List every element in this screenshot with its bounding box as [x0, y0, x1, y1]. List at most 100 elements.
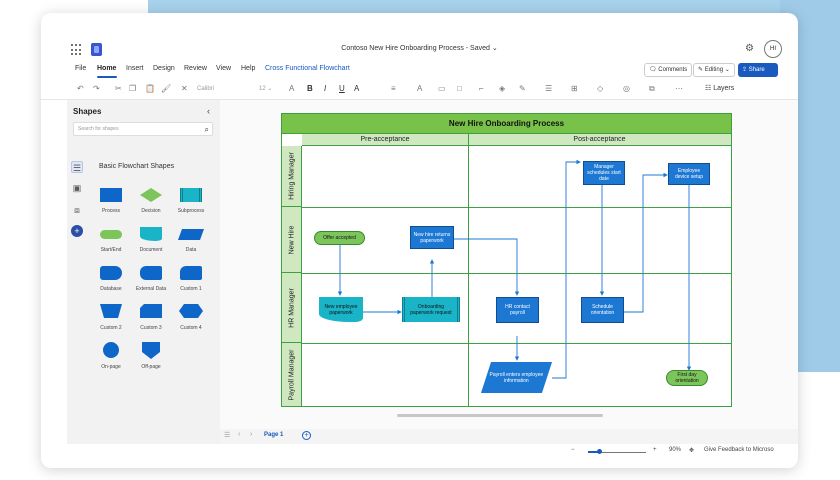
menu-help[interactable]: Help — [241, 65, 255, 72]
node-employee-device-setup[interactable]: Employee device setup — [668, 163, 710, 185]
undo-icon[interactable]: ↶ — [77, 84, 84, 93]
font-size-select[interactable]: 12 ⌄ — [259, 83, 283, 96]
shape-custom-2[interactable]: Custom 2 — [91, 301, 131, 335]
shape-start-end[interactable]: Start/End — [91, 223, 131, 257]
menu-review[interactable]: Review — [184, 65, 207, 72]
shape-subprocess[interactable]: Subprocess — [171, 184, 211, 218]
menu-file[interactable]: File — [75, 65, 86, 72]
process-shape-icon — [100, 188, 122, 202]
redo-icon[interactable]: ↷ — [93, 84, 100, 93]
menu-design[interactable]: Design — [153, 65, 175, 72]
connector-icon[interactable]: ⌐ — [479, 84, 484, 93]
node-new-employee-paperwork[interactable]: New employee paperwork — [319, 297, 363, 322]
shape-search-input[interactable]: Search for shapes ⌕ — [73, 122, 213, 136]
page-tab-1[interactable]: Page 1 — [264, 432, 283, 438]
node-offer-accepted[interactable]: Offer accepted — [314, 231, 365, 245]
custom3-shape-icon — [140, 304, 162, 318]
comments-button[interactable]: 🗨 Comments — [644, 63, 693, 77]
node-first-day-orientation[interactable]: First day orientation — [666, 370, 708, 386]
format-painter-icon[interactable]: 🖌 — [161, 84, 171, 93]
font-family-select[interactable]: Calibri — [197, 83, 247, 96]
feedback-link[interactable]: Give Feedback to Microso — [704, 447, 774, 453]
stencil-icon[interactable]: ⧈ — [71, 204, 83, 216]
shape-custom-1[interactable]: Custom 1 — [171, 262, 211, 296]
zoom-slider-thumb[interactable] — [597, 449, 602, 454]
increase-font-icon[interactable]: A — [289, 84, 294, 93]
underline-icon[interactable]: U — [339, 84, 345, 93]
align-icon[interactable]: ≡ — [391, 84, 396, 93]
gear-icon[interactable]: ⚙ — [745, 43, 754, 54]
zoom-level[interactable]: 90% — [669, 447, 681, 453]
fit-page-icon[interactable]: ✥ — [689, 447, 694, 454]
group-icon[interactable]: ⧉ — [649, 84, 655, 94]
menu-home[interactable]: Home — [97, 65, 116, 72]
add-stencil-icon[interactable]: + — [71, 225, 83, 237]
node-onboarding-paperwork-request[interactable]: Onboarding paperwork request — [402, 297, 460, 322]
menu-insert[interactable]: Insert — [126, 65, 144, 72]
position-icon[interactable]: ⊞ — [571, 84, 578, 93]
image-stencil-icon[interactable]: ▣ — [71, 182, 83, 194]
document-shape-icon — [140, 227, 162, 241]
document-title[interactable]: Contoso New Hire Onboarding Process - Sa… — [41, 44, 798, 52]
shape-external-data[interactable]: External Data — [131, 262, 171, 296]
paste-icon[interactable]: 📋 — [145, 84, 155, 93]
shape-data[interactable]: Data — [171, 223, 211, 257]
shape-category-title: Basic Flowchart Shapes — [99, 163, 175, 170]
menu-cross-functional-flowchart[interactable]: Cross Functional Flowchart — [265, 65, 350, 72]
node-manager-schedules-start-date[interactable]: Manager schedules start date — [583, 161, 625, 185]
node-payroll-enters-employee-information[interactable]: Payroll enters employee information — [480, 362, 553, 393]
cut-icon[interactable]: ✂ — [115, 84, 122, 93]
external-data-shape-icon — [140, 266, 162, 280]
effects-icon[interactable]: ◎ — [623, 84, 630, 93]
shape-custom-4[interactable]: Custom 4 — [171, 301, 211, 335]
text-size-icon[interactable]: A — [417, 84, 422, 93]
terminator-shape-icon — [100, 230, 122, 239]
menu-view[interactable]: View — [216, 65, 231, 72]
shape-database[interactable]: Database — [91, 262, 131, 296]
copy-icon[interactable]: ❐ — [129, 84, 136, 93]
italic-icon[interactable]: I — [324, 84, 326, 93]
search-icon[interactable]: ⌕ — [205, 124, 209, 136]
arrange-icon[interactable]: ☰ — [545, 84, 552, 93]
status-bar: − + 90% ✥ Give Feedback to Microso — [41, 444, 798, 468]
shape-on-page[interactable]: On-page — [91, 340, 131, 374]
shape-decision[interactable]: Decision — [131, 184, 171, 218]
avatar[interactable]: HI — [764, 40, 782, 58]
basic-shapes-icon[interactable]: ☰ — [71, 161, 83, 173]
zoom-in-button[interactable]: + — [653, 447, 657, 453]
shapes-panel-title: Shapes — [73, 107, 102, 116]
textbox-icon[interactable]: ▭ — [438, 84, 446, 93]
active-tab-indicator — [97, 76, 117, 78]
font-color-icon[interactable]: A — [354, 84, 359, 93]
custom4-shape-icon — [179, 304, 203, 318]
bold-icon[interactable]: B — [307, 84, 313, 93]
node-schedule-orientation[interactable]: Schedule orientation — [581, 297, 624, 323]
editing-button[interactable]: ✎ Editing ⌄ — [693, 63, 735, 77]
shape-custom-3[interactable]: Custom 3 — [131, 301, 171, 335]
prev-page-icon[interactable]: ‹ — [238, 431, 240, 438]
flowchart-diagram[interactable]: New Hire Onboarding Process Pre-acceptan… — [281, 113, 732, 407]
collapse-panel-icon[interactable]: ‹ — [207, 106, 210, 116]
fill-icon[interactable]: ◈ — [499, 84, 505, 93]
add-page-icon[interactable]: + — [302, 431, 311, 440]
page-list-icon[interactable]: ☰ — [224, 431, 230, 439]
data-shape-icon — [177, 229, 205, 240]
shape-process[interactable]: Process — [91, 184, 131, 218]
shape-document[interactable]: Document — [131, 223, 171, 257]
horizontal-scrollbar[interactable] — [397, 414, 603, 417]
next-page-icon[interactable]: › — [250, 431, 252, 438]
styles-icon[interactable]: ◇ — [597, 84, 603, 93]
line-color-icon[interactable]: ✎ — [519, 84, 526, 93]
layers-button[interactable]: ☷ Layers — [705, 84, 734, 92]
shape-icon[interactable]: □ — [457, 84, 462, 93]
subprocess-shape-icon — [180, 188, 202, 202]
zoom-out-button[interactable]: − — [571, 447, 575, 453]
delete-icon[interactable]: ✕ — [181, 84, 188, 93]
share-button[interactable]: ⇪ Share — [738, 63, 778, 77]
database-shape-icon — [100, 266, 122, 280]
node-new-hire-returns-paperwork[interactable]: New hire returns paperwork — [410, 226, 454, 249]
more-icon[interactable]: ⋯ — [675, 84, 683, 93]
shape-off-page[interactable]: Off-page — [131, 340, 171, 374]
off-page-shape-icon — [142, 342, 160, 359]
node-hr-contact-payroll[interactable]: HR contact payroll — [496, 297, 539, 323]
